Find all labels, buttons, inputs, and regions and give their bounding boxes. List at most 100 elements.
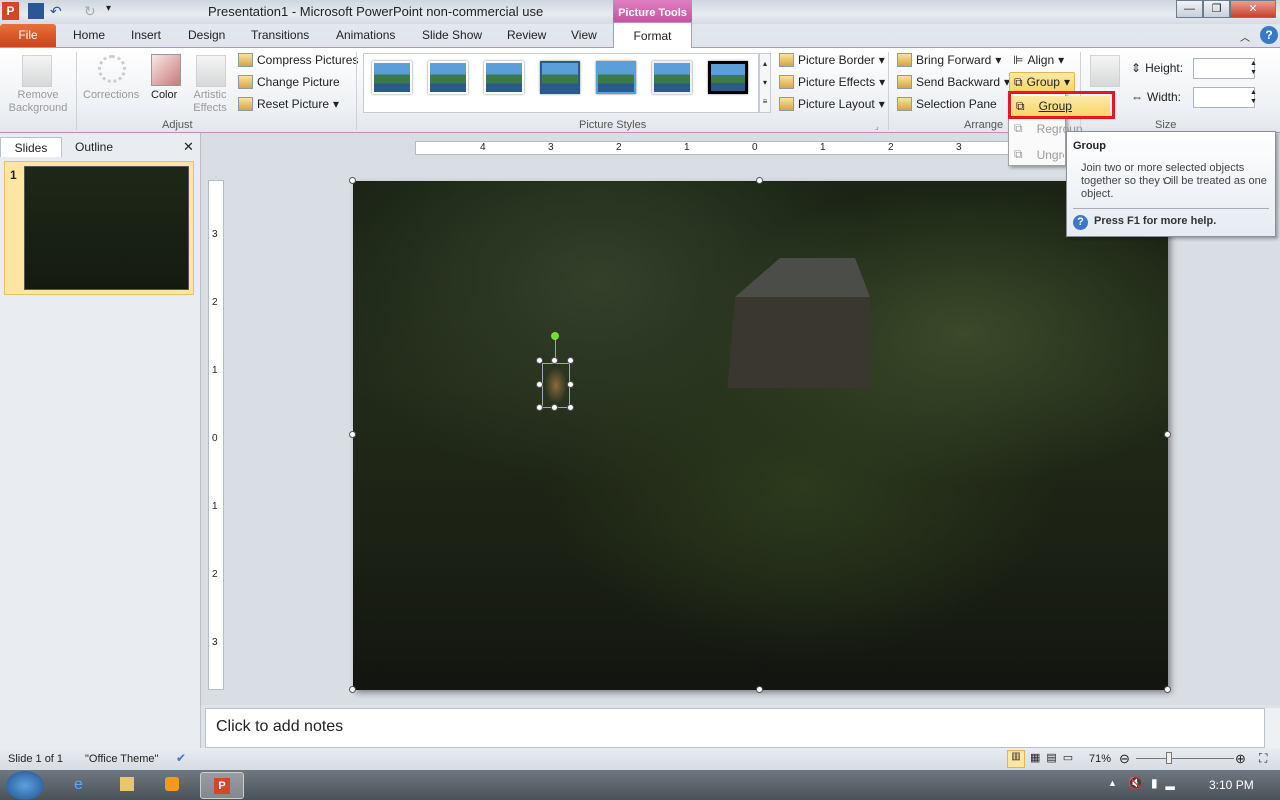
close-pane-icon[interactable]: ✕ xyxy=(183,139,194,155)
close-button[interactable]: ✕ xyxy=(1230,0,1276,18)
change-picture-button[interactable]: Change Picture xyxy=(238,75,340,89)
send-backward-button[interactable]: Send Backward ▾ xyxy=(897,75,1010,89)
picture-style-3[interactable] xyxy=(484,61,524,94)
undo-icon[interactable]: ↶ xyxy=(50,3,66,19)
internet-explorer-icon[interactable]: e xyxy=(74,776,83,794)
picture-layout-button[interactable]: Picture Layout ▾ xyxy=(779,97,885,111)
tab-format[interactable]: Format xyxy=(613,22,692,48)
picture-effects-button[interactable]: Picture Effects ▾ xyxy=(779,75,885,89)
minimize-ribbon-icon[interactable]: ︿ xyxy=(1240,29,1250,44)
spell-check-icon[interactable]: ✔ xyxy=(176,751,186,765)
character-resize-handle[interactable] xyxy=(551,404,558,411)
tab-design[interactable]: Design xyxy=(188,24,225,47)
tooltip-title: Group xyxy=(1073,140,1106,152)
selected-character-picture[interactable] xyxy=(542,363,570,408)
slide-picture-resize-handle[interactable] xyxy=(1164,686,1171,693)
picture-styles-launcher-icon[interactable]: ⌟ xyxy=(875,122,879,131)
slide-picture-resize-handle[interactable] xyxy=(756,177,763,184)
group-label-picture-styles: Picture Styles xyxy=(579,119,647,131)
slide-picture-resize-handle[interactable] xyxy=(349,177,356,184)
notes-pane[interactable]: Click to add notes xyxy=(205,708,1265,748)
tab-slides[interactable]: Slides xyxy=(0,137,62,157)
minimize-button[interactable]: — xyxy=(1176,0,1203,18)
character-resize-handle[interactable] xyxy=(551,357,558,364)
slide-background-picture[interactable] xyxy=(353,181,1168,690)
bring-forward-button[interactable]: Bring Forward ▾ xyxy=(897,53,1001,67)
character-resize-handle[interactable] xyxy=(567,381,574,388)
align-button[interactable]: ⊫ Align ▾ xyxy=(1013,53,1064,67)
explorer-icon[interactable] xyxy=(120,777,134,791)
character-resize-handle[interactable] xyxy=(567,404,574,411)
character-resize-handle[interactable] xyxy=(536,404,543,411)
rotation-handle[interactable] xyxy=(551,332,559,340)
picture-style-1[interactable] xyxy=(372,61,412,94)
fit-to-window-icon[interactable]: ⛶ xyxy=(1259,751,1267,766)
picture-style-2[interactable] xyxy=(428,61,468,94)
tab-insert[interactable]: Insert xyxy=(131,24,161,47)
customize-qat-icon[interactable]: ▾ xyxy=(106,3,122,19)
height-input[interactable] xyxy=(1193,58,1255,79)
clock[interactable]: 3:10 PM xyxy=(1209,778,1254,792)
restore-button[interactable]: ❐ xyxy=(1203,0,1230,18)
crop-icon[interactable] xyxy=(1090,55,1120,87)
zoom-slider[interactable] xyxy=(1136,758,1234,759)
save-icon[interactable] xyxy=(28,3,44,19)
selection-pane-button[interactable]: Selection Pane xyxy=(897,97,997,111)
powerpoint-icon: P xyxy=(214,778,230,794)
tab-file[interactable]: File xyxy=(0,24,56,47)
gallery-scroll[interactable]: ▴ ▾ ≡ xyxy=(759,53,771,113)
character-resize-handle[interactable] xyxy=(567,357,574,364)
show-hidden-icons[interactable]: ▲ xyxy=(1108,778,1117,788)
view-buttons[interactable]: ▦▤▭ xyxy=(1030,751,1079,764)
slide-picture-resize-handle[interactable] xyxy=(349,431,356,438)
vertical-ruler[interactable]: 3 2 1 0 1 2 3 xyxy=(208,180,224,690)
zoom-in-icon[interactable]: ⊕ xyxy=(1235,751,1246,767)
redo-icon[interactable]: ↻ xyxy=(84,3,100,19)
picture-style-6[interactable] xyxy=(652,61,692,94)
slide-picture-resize-handle[interactable] xyxy=(1164,177,1171,184)
character-resize-handle[interactable] xyxy=(536,357,543,364)
zoom-out-icon[interactable]: ⊖ xyxy=(1119,751,1130,767)
compress-pictures-button[interactable]: Compress Pictures xyxy=(238,53,358,67)
tab-view[interactable]: View xyxy=(571,24,597,47)
width-input[interactable] xyxy=(1193,87,1255,108)
group-label-adjust: Adjust xyxy=(162,119,193,131)
powerpoint-logo-icon[interactable]: P xyxy=(2,2,19,20)
zoom-slider-thumb[interactable] xyxy=(1166,752,1172,764)
notes-scrollbar[interactable] xyxy=(1265,708,1280,748)
help-icon[interactable]: ? xyxy=(1260,26,1278,44)
start-button[interactable] xyxy=(6,771,44,800)
picture-border-button[interactable]: Picture Border ▾ xyxy=(779,53,885,67)
remove-background-button[interactable]: Remove Background xyxy=(4,89,72,115)
horizontal-ruler[interactable]: 4 3 2 1 0 1 2 3 xyxy=(415,141,1095,155)
picture-style-7[interactable] xyxy=(708,61,748,94)
group-button[interactable]: ⧉ Group ▾ xyxy=(1009,72,1075,92)
tab-slide-show[interactable]: Slide Show xyxy=(422,24,482,47)
normal-view-icon[interactable]: ▥ xyxy=(1007,750,1025,768)
picture-style-5[interactable] xyxy=(596,61,636,94)
height-label: ⇕ Height: xyxy=(1131,61,1184,75)
corrections-button[interactable]: Corrections xyxy=(83,89,139,101)
color-button[interactable]: Color xyxy=(151,89,177,101)
slide-picture-resize-handle[interactable] xyxy=(1164,431,1171,438)
tab-review[interactable]: Review xyxy=(507,24,546,47)
tray-icons[interactable]: 🔇▮▂ xyxy=(1128,776,1183,790)
character-resize-handle[interactable] xyxy=(536,381,543,388)
slide-picture-resize-handle[interactable] xyxy=(756,686,763,693)
artistic-effects-button[interactable]: Artistic Effects xyxy=(188,89,232,115)
height-spinner[interactable]: ▲ ▼ xyxy=(1250,59,1257,77)
tab-home[interactable]: Home xyxy=(73,24,105,47)
tab-animations[interactable]: Animations xyxy=(336,24,395,47)
tab-outline[interactable]: Outline xyxy=(63,137,125,157)
media-player-icon[interactable] xyxy=(165,777,179,791)
theme-name[interactable]: "Office Theme" xyxy=(85,753,158,765)
reset-picture-button[interactable]: Reset Picture ▾ xyxy=(238,97,339,111)
width-spinner[interactable]: ▲ ▼ xyxy=(1250,88,1257,106)
picture-style-4[interactable] xyxy=(540,61,580,94)
taskbar-powerpoint[interactable]: P xyxy=(200,772,244,799)
menu-item-ungroup[interactable]: ⧉Ungroup xyxy=(1014,147,1064,162)
slide-picture-resize-handle[interactable] xyxy=(349,686,356,693)
zoom-level[interactable]: 71% xyxy=(1089,753,1111,765)
tab-transitions[interactable]: Transitions xyxy=(251,24,309,47)
slide-thumbnail-image[interactable] xyxy=(24,166,189,290)
